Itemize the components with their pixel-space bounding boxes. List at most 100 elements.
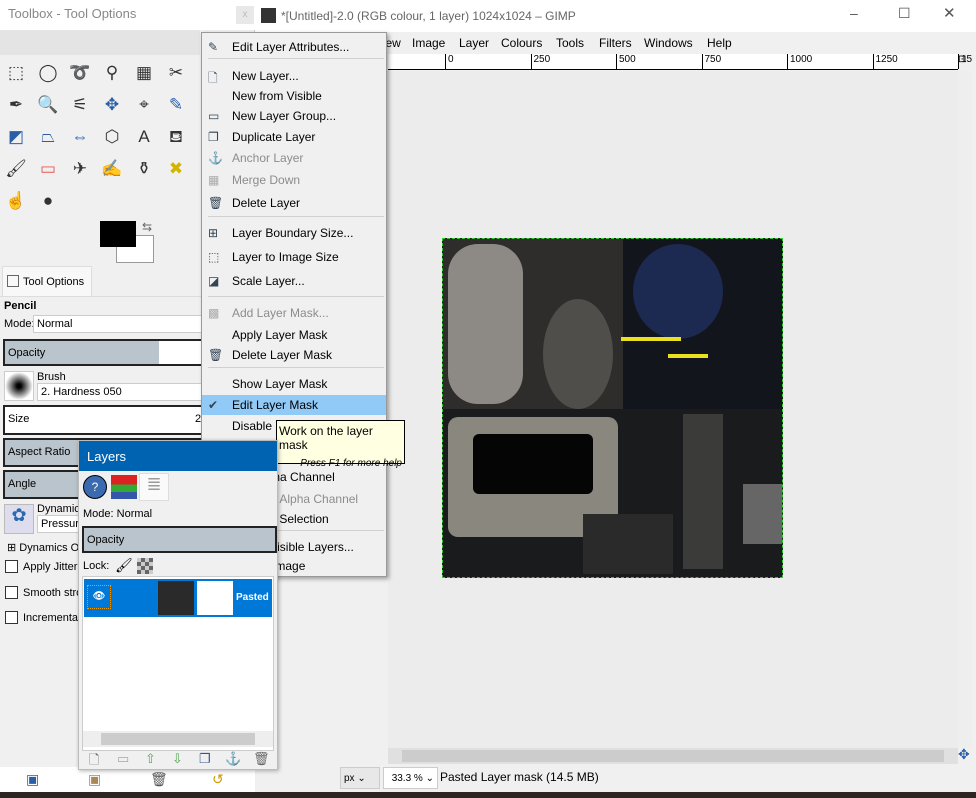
- menu-item-layer-boundary-size[interactable]: ⊞ Layer Boundary Size...: [202, 223, 386, 243]
- menu-windows[interactable]: Windows: [644, 36, 693, 50]
- layer-name[interactable]: Pasted Layer: [236, 592, 272, 603]
- fit-icon: ⬚: [208, 250, 220, 264]
- scale-tool-icon[interactable]: ⏢: [36, 125, 60, 149]
- vertical-scrollbar[interactable]: [958, 71, 972, 748]
- fuzzy-select-tool-icon[interactable]: ⚲: [100, 61, 124, 85]
- menu-item-edit-layer-mask[interactable]: ✔ Edit Layer Mask: [202, 395, 386, 415]
- layers-button-bar: 🗋 ▭ ⇧ ⇩ ❐ ⚓ 🗑: [79, 749, 277, 769]
- layers-opacity-slider[interactable]: Opacity: [82, 526, 277, 553]
- menu-item-layer-to-image-size[interactable]: ⬚ Layer to Image Size: [202, 247, 386, 267]
- tab-tool-options[interactable]: Tool Options: [2, 266, 92, 296]
- menu-item-add-layer-mask[interactable]: ▩ Add Layer Mask...: [202, 303, 386, 323]
- menu-colours[interactable]: Colours: [501, 36, 542, 50]
- menu-item-new-layer-group[interactable]: ▭ New Layer Group...: [202, 106, 386, 126]
- dynamics-icon[interactable]: ✿: [4, 504, 34, 534]
- paintbrush-tool-icon[interactable]: 🖌: [4, 157, 28, 181]
- menu-item-label: Add Layer Mask...: [232, 306, 329, 320]
- menu-help[interactable]: Help: [707, 36, 732, 50]
- select-by-color-tool-icon[interactable]: ▦: [132, 61, 156, 85]
- menu-item-new-from-visible[interactable]: New from Visible: [202, 86, 386, 106]
- lower-layer-icon[interactable]: ⇩: [172, 751, 183, 767]
- swap-colors-icon[interactable]: ⇆: [142, 220, 152, 234]
- menu-filters[interactable]: Filters: [599, 36, 632, 50]
- menu-image[interactable]: Image: [412, 36, 445, 50]
- menu-item-show-layer-mask[interactable]: Show Layer Mask: [202, 374, 386, 394]
- ruler-tick: 250: [530, 54, 550, 69]
- zoom-field[interactable]: 33.3 % ⌄: [383, 767, 438, 789]
- image-canvas[interactable]: [442, 238, 783, 578]
- lock-alpha-icon[interactable]: [137, 558, 153, 574]
- crop-tool-icon[interactable]: ✎: [164, 93, 188, 117]
- smooth-stroke-checkbox[interactable]: [5, 586, 18, 599]
- minimize-button[interactable]: –: [850, 5, 858, 21]
- horizontal-scrollbar[interactable]: [388, 748, 958, 764]
- delete-layer-icon[interactable]: 🗑: [253, 751, 270, 767]
- new-group-icon[interactable]: ▭: [117, 751, 129, 767]
- reset-options-icon[interactable]: ↺: [212, 771, 224, 788]
- menu-item-apply-layer-mask[interactable]: Apply Layer Mask: [202, 325, 386, 345]
- menu-item-merge-down[interactable]: ▦ Merge Down: [202, 170, 386, 190]
- raise-layer-icon[interactable]: ⇧: [145, 751, 156, 767]
- delete-options-icon[interactable]: 🗑: [150, 771, 168, 788]
- cage-tool-icon[interactable]: ⬡: [100, 125, 124, 149]
- zoom-tool-icon[interactable]: 🔍: [36, 93, 60, 117]
- horizontal-ruler[interactable]: 0 250 500 750 1000 1250 15: [388, 54, 972, 70]
- apply-jitter-checkbox[interactable]: [5, 560, 18, 573]
- unit-select[interactable]: px ⌄: [340, 767, 380, 789]
- save-options-icon[interactable]: ▣: [26, 771, 39, 788]
- navigate-icon[interactable]: ✥: [958, 746, 970, 763]
- color-picker-tool-icon[interactable]: ✒: [4, 93, 28, 117]
- close-button[interactable]: ✕: [943, 4, 956, 22]
- help-tab-icon[interactable]: ?: [83, 475, 107, 499]
- dodge-burn-tool-icon[interactable]: ●: [36, 189, 60, 213]
- dynamics-options-expander[interactable]: ⊞ Dynamics Op: [7, 541, 85, 554]
- layer-mask-thumbnail[interactable]: [197, 581, 233, 615]
- menu-item-duplicate-layer[interactable]: ❐ Duplicate Layer: [202, 127, 386, 147]
- toolbox-close-button[interactable]: x: [236, 6, 254, 24]
- visibility-eye-icon[interactable]: 👁: [87, 585, 111, 609]
- tooltip: Work on the layer mask Press F1 for more…: [276, 420, 405, 469]
- toolbox-title: Toolbox - Tool Options: [0, 0, 255, 30]
- menu-item-anchor-layer[interactable]: ⚓ Anchor Layer: [202, 148, 386, 168]
- rotate-tool-icon[interactable]: ◩: [4, 125, 28, 149]
- menu-layer[interactable]: Layer: [459, 36, 489, 50]
- new-layer-icon[interactable]: 🗋: [89, 751, 99, 773]
- ink-tool-icon[interactable]: ✍: [100, 157, 124, 181]
- align-tool-icon[interactable]: ⌖: [132, 93, 156, 117]
- menu-item-delete-layer[interactable]: 🗑 Delete Layer: [202, 193, 386, 213]
- ellipse-select-tool-icon[interactable]: ◯: [36, 61, 60, 85]
- maximize-button[interactable]: ☐: [898, 5, 911, 22]
- measure-tool-icon[interactable]: ⚟: [68, 93, 92, 117]
- rect-select-tool-icon[interactable]: ⬚: [4, 61, 28, 85]
- channels-tab-icon[interactable]: [111, 475, 137, 499]
- airbrush-tool-icon[interactable]: ✈: [68, 157, 92, 181]
- smudge-tool-icon[interactable]: ☝: [4, 189, 28, 213]
- layers-tab-icon[interactable]: ≣: [139, 473, 169, 501]
- restore-options-icon[interactable]: ▣: [88, 771, 101, 788]
- menu-item-new-layer[interactable]: 🗋 New Layer...: [202, 66, 386, 86]
- anchor-layer-icon[interactable]: ⚓: [225, 751, 241, 767]
- flip-tool-icon[interactable]: ⇔: [68, 125, 92, 149]
- layer-thumbnail[interactable]: [158, 581, 194, 615]
- scissors-tool-icon[interactable]: ✂: [164, 61, 188, 85]
- layers-hscrollbar[interactable]: [83, 731, 273, 747]
- zoom-follow-icon[interactable]: ⊡: [958, 54, 972, 70]
- layers-mode[interactable]: Mode: Normal: [83, 508, 152, 520]
- heal-tool-icon[interactable]: ✖: [164, 157, 188, 181]
- brush-preview[interactable]: [4, 371, 34, 401]
- free-select-tool-icon[interactable]: ➰: [68, 61, 92, 85]
- move-tool-icon[interactable]: ✥: [100, 93, 124, 117]
- incremental-checkbox[interactable]: [5, 611, 18, 624]
- bucket-fill-tool-icon[interactable]: ⛾: [164, 125, 188, 149]
- clone-tool-icon[interactable]: ⚱: [132, 157, 156, 181]
- menu-tools[interactable]: Tools: [556, 36, 584, 50]
- foreground-color-swatch[interactable]: [100, 221, 136, 247]
- menu-item-delete-layer-mask[interactable]: 🗑 Delete Layer Mask: [202, 345, 386, 365]
- text-tool-icon[interactable]: A: [132, 125, 156, 149]
- eraser-tool-icon[interactable]: ▭: [36, 157, 60, 181]
- layer-row[interactable]: 👁 Pasted Layer: [84, 579, 272, 617]
- lock-pixels-icon[interactable]: 🖌: [115, 557, 133, 574]
- duplicate-layer-icon[interactable]: ❐: [199, 751, 211, 767]
- menu-item-scale-layer[interactable]: ◪ Scale Layer...: [202, 271, 386, 291]
- menu-item-edit-layer-attributes[interactable]: ✎ Edit Layer Attributes...: [202, 37, 386, 57]
